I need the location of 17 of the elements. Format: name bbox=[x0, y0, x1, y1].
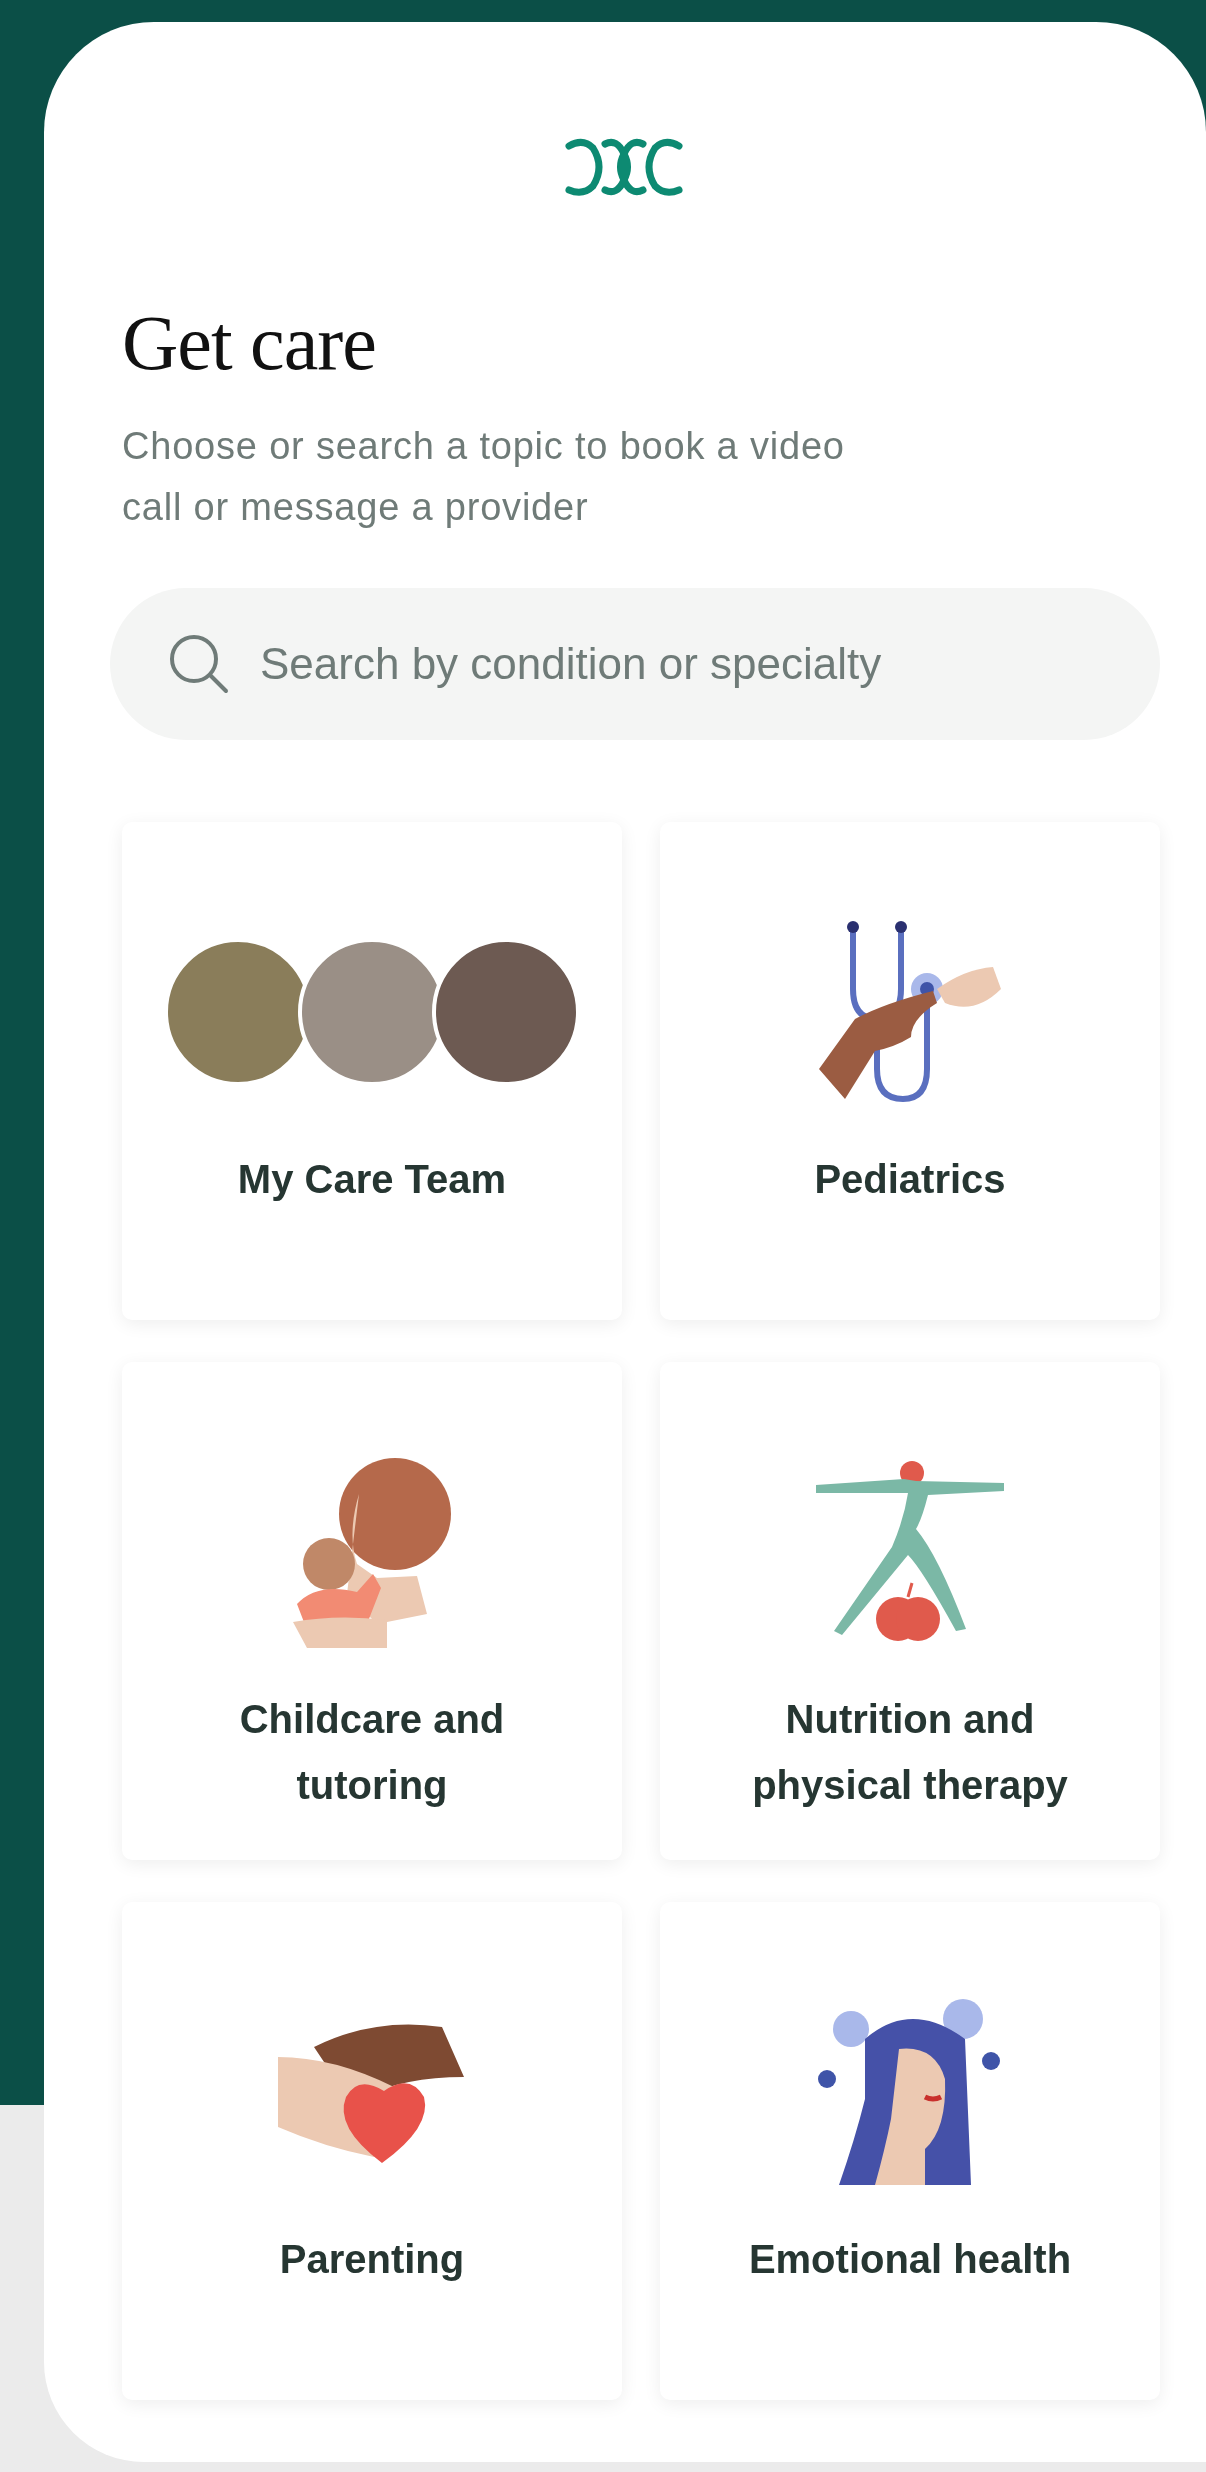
topic-card[interactable]: Nutrition and physical therapy bbox=[660, 1362, 1160, 1860]
page-title: Get care bbox=[122, 304, 377, 382]
topic-card[interactable]: Pediatrics bbox=[660, 822, 1160, 1320]
topic-label: My Care Team bbox=[237, 1156, 507, 1203]
topic-label: Emotional health bbox=[748, 2236, 1072, 2283]
topic-card[interactable]: Parenting bbox=[122, 1902, 622, 2400]
topic-card[interactable]: Childcare and tutoring bbox=[122, 1362, 622, 1860]
topic-label: Parenting bbox=[279, 2236, 465, 2283]
page-subtitle: Choose or search a topic to book a video call or message a provider bbox=[122, 424, 846, 530]
search-icon bbox=[168, 633, 230, 695]
search-bar[interactable]: Search by condition or specialty bbox=[110, 588, 1160, 740]
topic-label: Childcare and tutoring bbox=[238, 1696, 506, 1809]
topic-card[interactable]: My Care Team bbox=[122, 822, 622, 1320]
topic-label: Nutrition and physical therapy bbox=[751, 1696, 1069, 1809]
search-field[interactable]: Search by condition or specialty bbox=[258, 623, 1120, 705]
topic-label: Pediatrics bbox=[814, 1156, 1006, 1203]
topic-card[interactable]: Emotional health bbox=[660, 1902, 1160, 2400]
